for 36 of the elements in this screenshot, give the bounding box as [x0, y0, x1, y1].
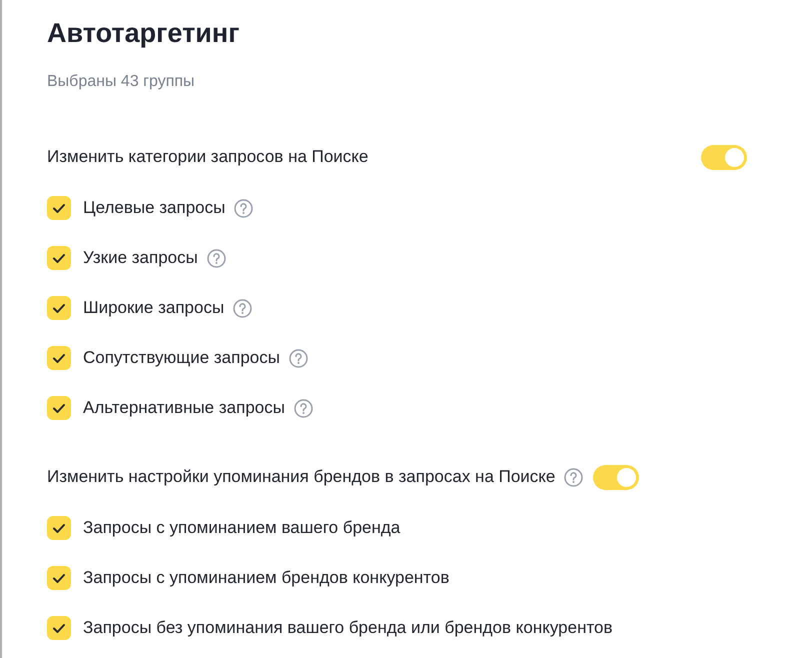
checkbox-label[interactable]: Широкие запросы [83, 298, 224, 318]
section-title: Изменить настройки упоминания брендов в запросах на Поиске [47, 467, 556, 487]
checkbox[interactable] [47, 616, 71, 640]
check-icon [52, 302, 66, 314]
check-icon [52, 252, 66, 264]
check-icon [52, 522, 66, 534]
checkbox-label[interactable]: Сопутствующие запросы [83, 348, 280, 368]
checkbox[interactable] [47, 246, 71, 270]
checkbox-label[interactable]: Целевые запросы [83, 198, 226, 218]
help-icon[interactable] [234, 198, 254, 218]
checkbox-label[interactable]: Запросы с упоминанием вашего бренда [83, 518, 400, 538]
selection-count: Выбраны 43 группы [47, 72, 196, 92]
checkbox[interactable] [47, 296, 71, 320]
help-icon[interactable] [233, 298, 252, 318]
toggle-switch[interactable] [593, 464, 640, 490]
checkbox[interactable] [47, 196, 71, 220]
help-icon[interactable] [288, 348, 308, 368]
check-icon [52, 402, 66, 414]
help-icon[interactable] [206, 248, 226, 268]
check-icon [52, 572, 66, 584]
checkbox[interactable] [47, 346, 71, 370]
toggle-switch[interactable] [701, 144, 747, 170]
check-icon [52, 202, 66, 214]
checkbox[interactable] [47, 516, 71, 540]
panel-title: Автотаргетинг [47, 18, 240, 48]
checkbox-label[interactable]: Альтернативные запросы [83, 398, 285, 418]
checkbox[interactable] [47, 396, 71, 420]
help-icon[interactable] [564, 468, 584, 486]
check-icon [52, 352, 66, 364]
section-title: Изменить категории запросов на Поиске [47, 147, 368, 167]
check-icon [52, 622, 66, 634]
checkbox[interactable] [47, 566, 71, 590]
checkbox-label[interactable]: Запросы без упоминания вашего бренда или брендов конкурентов [83, 618, 613, 638]
checkbox-label[interactable]: Узкие запросы [83, 248, 198, 268]
checkbox-label[interactable]: Запросы с упоминанием брендов конкурентов [83, 568, 450, 588]
help-icon[interactable] [294, 398, 313, 418]
